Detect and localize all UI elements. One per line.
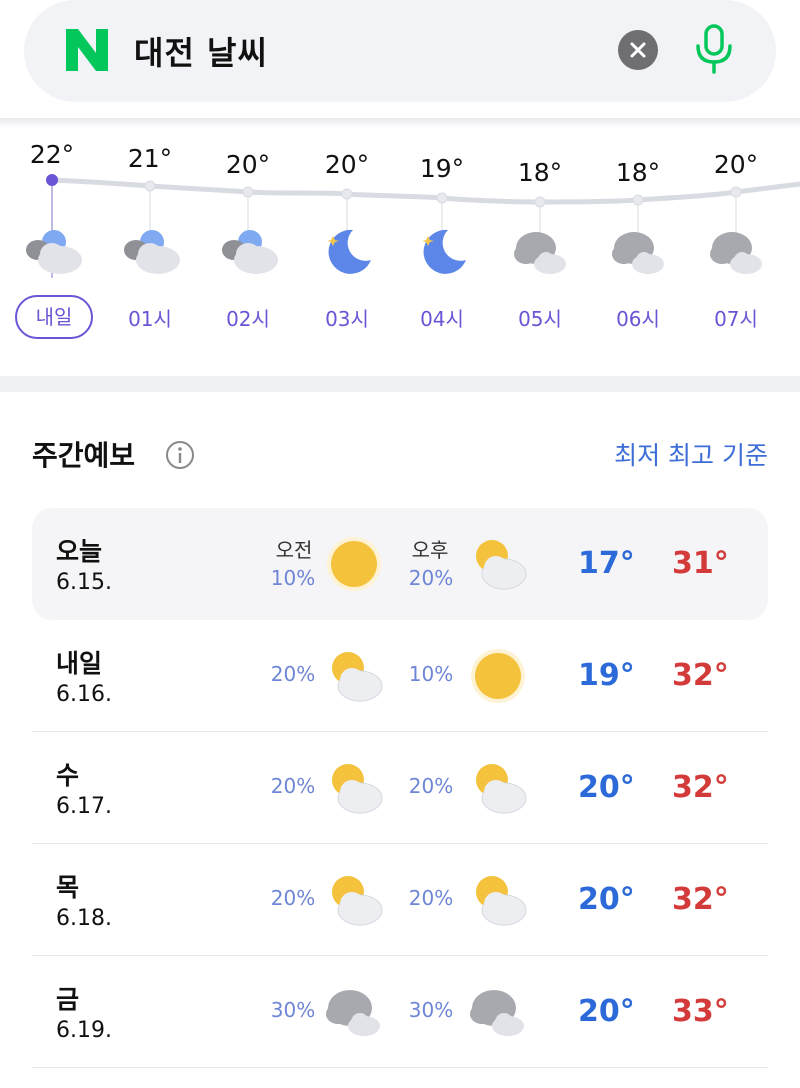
pm-rain-chance: 20% bbox=[408, 774, 454, 798]
pm-label: 오후 bbox=[411, 538, 449, 562]
microphone-icon[interactable] bbox=[692, 22, 736, 76]
section-separator bbox=[0, 376, 800, 392]
close-icon bbox=[630, 42, 646, 58]
day-date: 6.19. bbox=[56, 1018, 112, 1043]
hour-label[interactable]: 06시 bbox=[588, 303, 688, 332]
cloudy-night-icon bbox=[26, 230, 82, 274]
weekly-row[interactable]: 수 6.17. 20% 20% 20° 32° bbox=[32, 732, 768, 844]
sunny-icon bbox=[471, 649, 525, 703]
day-date: 6.18. bbox=[56, 906, 112, 931]
am-rain-chance: 20% bbox=[270, 886, 316, 910]
hour-temp: 19° bbox=[419, 154, 465, 183]
search-query[interactable]: 대전 날씨 bbox=[134, 28, 268, 74]
day-date: 6.15. bbox=[56, 570, 112, 595]
info-icon[interactable] bbox=[165, 440, 195, 470]
overcast-icon bbox=[470, 990, 524, 1036]
pm-rain-chance: 30% bbox=[408, 998, 454, 1022]
moon-icon bbox=[327, 229, 371, 274]
weekly-row[interactable]: 목 6.18. 20% 20% 20° 32° bbox=[32, 844, 768, 956]
am-label: 오전 bbox=[275, 538, 313, 562]
sunny-icon bbox=[327, 537, 381, 591]
day-name: 목 bbox=[56, 873, 80, 902]
hour-column[interactable]: 20° 07시 bbox=[686, 128, 786, 358]
hour-column[interactable]: 22° 내일 bbox=[2, 128, 102, 358]
partly-cloudy-icon bbox=[476, 540, 527, 590]
low-temp: 17° bbox=[578, 546, 635, 581]
low-temp: 20° bbox=[578, 994, 635, 1029]
overcast-icon bbox=[514, 232, 566, 274]
hourly-forecast[interactable]: 22° 내일 21° 01시 20° 02시 20° 03시 19° 04시 1… bbox=[0, 128, 800, 376]
overcast-icon bbox=[326, 990, 380, 1036]
high-temp: 33° bbox=[672, 994, 729, 1029]
low-temp: 20° bbox=[578, 770, 635, 805]
cloudy-night-icon bbox=[222, 230, 278, 274]
partly-cloudy-icon bbox=[332, 764, 383, 814]
day-date: 6.17. bbox=[56, 794, 112, 819]
overcast-icon bbox=[612, 232, 664, 274]
am-rain-chance: 20% bbox=[270, 774, 316, 798]
hour-temp: 18° bbox=[615, 158, 661, 187]
weekly-row[interactable]: 금 6.19. 30% 30% 20° 33° bbox=[32, 956, 768, 1068]
weekly-forecast-title: 주간예보 bbox=[32, 439, 136, 472]
hour-column[interactable]: 20° 03시 bbox=[297, 128, 397, 358]
weekly-row-today[interactable]: 오늘 6.15. 오전 오후 10% 20% 17° 31° bbox=[32, 508, 768, 620]
day-name: 내일 bbox=[56, 649, 103, 678]
partly-cloudy-icon bbox=[332, 652, 383, 702]
am-rain-chance: 10% bbox=[270, 566, 316, 590]
search-bar[interactable]: 대전 날씨 bbox=[24, 0, 776, 102]
partly-cloudy-icon bbox=[476, 764, 527, 814]
am-rain-chance: 20% bbox=[270, 662, 316, 686]
naver-logo-icon bbox=[66, 29, 108, 71]
basis-toggle-link[interactable]: 최저 최고 기준 bbox=[614, 436, 768, 472]
low-temp: 20° bbox=[578, 882, 635, 917]
cloudy-night-icon bbox=[124, 230, 180, 274]
high-temp: 32° bbox=[672, 658, 729, 693]
hour-column[interactable]: 18° 05시 bbox=[490, 128, 590, 358]
overcast-icon bbox=[710, 232, 762, 274]
moon-icon bbox=[422, 229, 466, 274]
day-name: 수 bbox=[56, 761, 80, 790]
high-temp: 32° bbox=[672, 770, 729, 805]
hour-label-selected[interactable]: 내일 bbox=[15, 295, 93, 339]
am-rain-chance: 30% bbox=[270, 998, 316, 1022]
hour-temp: 20° bbox=[225, 150, 271, 179]
weekly-row[interactable]: 내일 6.16. 20% 10% 19° 32° bbox=[32, 620, 768, 732]
hour-label[interactable]: 03시 bbox=[297, 303, 397, 332]
day-name: 오늘 bbox=[56, 537, 103, 566]
day-name: 금 bbox=[56, 985, 80, 1014]
clear-search-button[interactable] bbox=[618, 30, 658, 70]
day-date: 6.16. bbox=[56, 682, 112, 707]
row-divider bbox=[32, 1067, 768, 1068]
low-temp: 19° bbox=[578, 658, 635, 693]
hour-column[interactable]: 20° 02시 bbox=[198, 128, 298, 358]
hour-column[interactable]: 21° 01시 bbox=[100, 128, 200, 358]
hour-label[interactable]: 07시 bbox=[686, 303, 786, 332]
high-temp: 31° bbox=[672, 546, 729, 581]
hour-temp: 21° bbox=[127, 144, 173, 173]
hour-label[interactable]: 05시 bbox=[490, 303, 590, 332]
pm-rain-chance: 20% bbox=[408, 886, 454, 910]
hour-temp: 22° bbox=[29, 140, 75, 169]
pm-rain-chance: 10% bbox=[408, 662, 454, 686]
hour-label[interactable]: 04시 bbox=[392, 303, 492, 332]
header-divider bbox=[0, 118, 800, 128]
hour-temp: 20° bbox=[324, 150, 370, 179]
hour-label[interactable]: 01시 bbox=[100, 303, 200, 332]
hour-column[interactable]: 19° 04시 bbox=[392, 128, 492, 358]
partly-cloudy-icon bbox=[476, 876, 527, 926]
high-temp: 32° bbox=[672, 882, 729, 917]
partly-cloudy-icon bbox=[332, 876, 383, 926]
pm-rain-chance: 20% bbox=[408, 566, 454, 590]
hour-column[interactable]: 18° 06시 bbox=[588, 128, 688, 358]
hour-temp: 18° bbox=[517, 158, 563, 187]
hour-label[interactable]: 02시 bbox=[198, 303, 298, 332]
hour-temp: 20° bbox=[713, 150, 759, 179]
